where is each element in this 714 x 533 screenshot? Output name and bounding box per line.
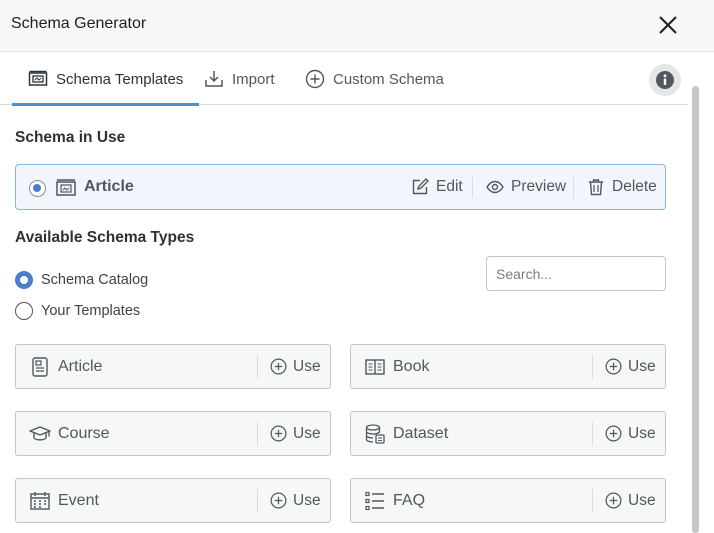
radio-button[interactable]	[15, 302, 33, 320]
eye-icon	[486, 178, 504, 196]
edit-label: Edit	[436, 178, 463, 195]
schema-in-use-name: Article	[84, 178, 134, 195]
preview-label: Preview	[511, 178, 567, 195]
dialog-title: Schema Generator	[11, 15, 147, 32]
schema-in-use-row: Article Edit Preview Delete	[15, 164, 666, 210]
use-button[interactable]: Use	[605, 412, 656, 455]
available-types-heading: Available Schema Types	[15, 229, 195, 246]
delete-label: Delete	[612, 178, 657, 195]
search-input[interactable]	[486, 256, 666, 291]
graduation-cap-icon	[29, 423, 51, 445]
plus-circle-icon	[270, 358, 287, 375]
selected-radio[interactable]	[29, 180, 46, 197]
divider	[472, 177, 473, 198]
tab-bar: Schema Templates Import Custom Schema	[0, 53, 688, 106]
edit-icon	[411, 178, 429, 196]
schema-type-name: Article	[58, 358, 103, 375]
tab-schema-templates[interactable]: Schema Templates	[11, 53, 200, 106]
schema-type-card[interactable]: FAQ Use	[350, 478, 666, 523]
info-icon	[656, 71, 674, 89]
use-button[interactable]: Use	[270, 345, 321, 388]
import-icon	[204, 69, 224, 89]
tab-label: Schema Templates	[56, 70, 184, 88]
tab-label: Custom Schema	[333, 70, 444, 88]
schema-type-card[interactable]: Article Use	[15, 344, 331, 389]
tab-import[interactable]: Import	[204, 53, 275, 105]
schema-catalog-option[interactable]: Schema Catalog	[15, 271, 148, 289]
delete-button[interactable]: Delete	[587, 165, 657, 209]
article-icon	[29, 356, 51, 378]
template-icon	[55, 177, 77, 199]
scrollbar-thumb[interactable]	[692, 86, 699, 533]
use-label: Use	[628, 424, 656, 442]
use-button[interactable]: Use	[270, 479, 321, 522]
plus-circle-icon	[605, 492, 622, 509]
use-label: Use	[628, 491, 656, 509]
use-button[interactable]: Use	[605, 345, 656, 388]
tab-custom-schema[interactable]: Custom Schema	[305, 53, 444, 105]
divider	[257, 355, 258, 379]
use-button[interactable]: Use	[270, 412, 321, 455]
template-icon	[28, 69, 48, 89]
option-label: Schema Catalog	[41, 272, 149, 288]
option-label: Your Templates	[41, 303, 141, 319]
radio-button[interactable]	[15, 271, 33, 289]
divider	[592, 422, 593, 446]
dialog-header: Schema Generator	[0, 0, 714, 52]
schema-type-name: FAQ	[393, 492, 426, 509]
use-label: Use	[293, 424, 321, 442]
schema-in-use-heading: Schema in Use	[15, 129, 126, 146]
plus-circle-icon	[270, 425, 287, 442]
database-icon	[364, 423, 386, 445]
plus-circle-icon	[605, 425, 622, 442]
use-label: Use	[628, 357, 656, 375]
trash-icon	[587, 178, 605, 196]
info-button[interactable]	[649, 64, 681, 96]
schema-type-name: Course	[58, 425, 110, 442]
your-templates-option[interactable]: Your Templates	[15, 302, 140, 320]
divider	[257, 422, 258, 446]
schema-type-card[interactable]: Book Use	[350, 344, 666, 389]
divider	[257, 489, 258, 513]
plus-circle-icon	[605, 358, 622, 375]
schema-type-name: Book	[393, 358, 430, 375]
divider	[573, 177, 574, 198]
schema-type-card[interactable]: Event Use	[15, 478, 331, 523]
plus-circle-icon	[270, 492, 287, 509]
preview-button[interactable]: Preview	[486, 165, 566, 209]
book-icon	[364, 356, 386, 378]
schema-type-card[interactable]: Course Use	[15, 411, 331, 456]
divider	[592, 355, 593, 379]
edit-button[interactable]: Edit	[411, 165, 463, 209]
calendar-icon	[29, 490, 51, 512]
close-button[interactable]	[652, 9, 684, 41]
use-label: Use	[293, 491, 321, 509]
use-button[interactable]: Use	[605, 479, 656, 522]
plus-circle-icon	[305, 69, 325, 89]
close-icon	[659, 16, 677, 34]
use-label: Use	[293, 357, 321, 375]
schema-type-name: Event	[58, 492, 99, 509]
list-icon	[364, 490, 386, 512]
schema-type-card[interactable]: Dataset Use	[350, 411, 666, 456]
tab-label: Import	[232, 70, 275, 88]
schema-type-name: Dataset	[393, 425, 449, 442]
scrollbar[interactable]	[692, 86, 699, 533]
divider	[592, 489, 593, 513]
